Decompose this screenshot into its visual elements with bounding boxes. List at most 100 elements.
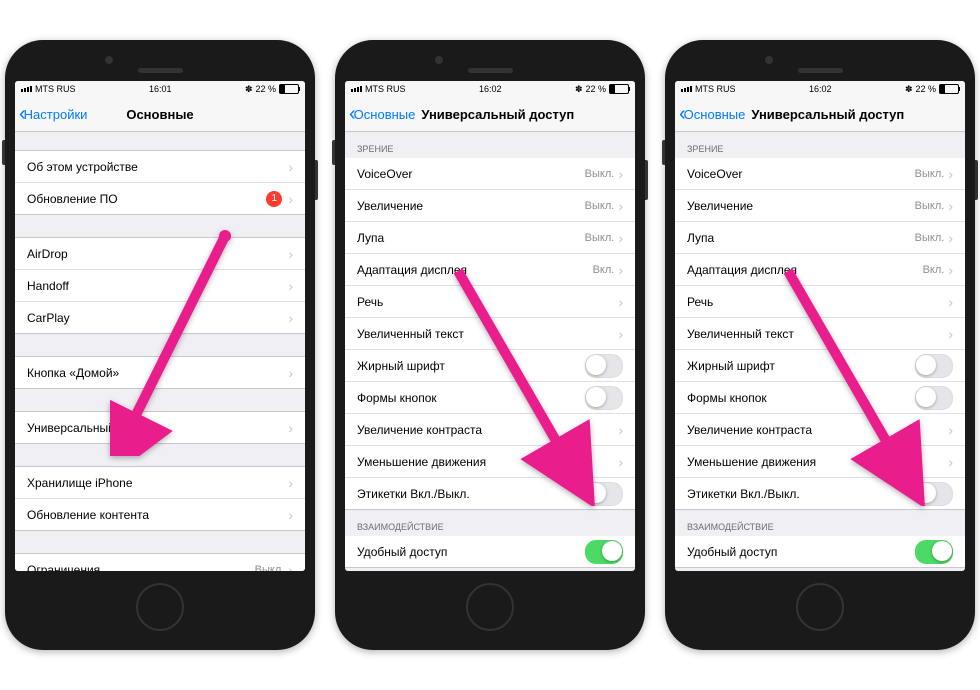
row-label: Адаптация дисплея xyxy=(687,263,923,277)
row-label: Уменьшение движения xyxy=(357,455,618,469)
settings-row[interactable]: Обновление ПО1› xyxy=(15,183,305,215)
settings-row[interactable]: УвеличениеВыкл.› xyxy=(675,190,965,222)
settings-row[interactable]: VoiceOverВыкл.› xyxy=(345,158,635,190)
row-value: Выкл. xyxy=(255,564,285,572)
chevron-right-icon: › xyxy=(618,198,623,214)
row-label: VoiceOver xyxy=(687,167,915,181)
settings-row[interactable]: CarPlay› xyxy=(15,302,305,334)
row-label: Увеличение контраста xyxy=(357,423,618,437)
settings-row[interactable]: Удобный доступ xyxy=(675,536,965,568)
phone-2: MTS RUS 16:02 ✽22 % ‹Основные Универсаль… xyxy=(335,40,645,650)
toggle[interactable] xyxy=(915,482,953,506)
chevron-right-icon: › xyxy=(948,166,953,182)
chevron-right-icon: › xyxy=(288,159,293,175)
row-label: Жирный шрифт xyxy=(687,359,915,373)
chevron-right-icon: › xyxy=(288,507,293,523)
chevron-right-icon: › xyxy=(948,230,953,246)
page-title: Универсальный доступ xyxy=(751,107,904,122)
row-label: Этикетки Вкл./Выкл. xyxy=(357,487,585,501)
settings-row[interactable]: Формы кнопок xyxy=(675,382,965,414)
settings-row[interactable]: Увеличение контраста› xyxy=(675,414,965,446)
settings-row[interactable]: VoiceOverВыкл.› xyxy=(675,158,965,190)
back-button[interactable]: ‹Основные xyxy=(675,103,745,126)
toggle[interactable] xyxy=(915,386,953,410)
chevron-right-icon: › xyxy=(288,191,293,207)
row-value: Вкл. xyxy=(923,264,945,276)
row-label: Ограничения xyxy=(27,563,255,572)
row-label: Лупа xyxy=(357,231,585,245)
settings-row[interactable]: Handoff› xyxy=(15,270,305,302)
status-bar: MTS RUS 16:02 ✽22 % xyxy=(345,81,635,97)
row-label: Этикетки Вкл./Выкл. xyxy=(687,487,915,501)
status-time: 16:02 xyxy=(809,84,832,94)
settings-row[interactable]: Формы кнопок xyxy=(345,382,635,414)
chevron-right-icon: › xyxy=(618,262,623,278)
chevron-right-icon: › xyxy=(288,246,293,262)
row-label: VoiceOver xyxy=(357,167,585,181)
row-label: Хранилище iPhone xyxy=(27,476,288,490)
settings-row[interactable]: Жирный шрифт xyxy=(345,350,635,382)
row-label: Обновление ПО xyxy=(27,192,266,206)
settings-row[interactable]: Увеличенный текст› xyxy=(345,318,635,350)
settings-row[interactable]: Адаптация дисплеяВкл.› xyxy=(345,254,635,286)
chevron-right-icon: › xyxy=(288,278,293,294)
settings-row[interactable]: Адаптация дисплеяВкл.› xyxy=(675,254,965,286)
chevron-right-icon: › xyxy=(948,198,953,214)
back-button[interactable]: ‹Настройки xyxy=(15,103,87,126)
toggle[interactable] xyxy=(585,354,623,378)
settings-row[interactable]: Речь› xyxy=(345,286,635,318)
group-header: Взаимодействие xyxy=(675,522,965,536)
row-value: Выкл. xyxy=(585,232,615,244)
settings-row[interactable]: Этикетки Вкл./Выкл. xyxy=(345,478,635,510)
toggle[interactable] xyxy=(915,354,953,378)
chevron-right-icon: › xyxy=(288,310,293,326)
settings-row[interactable]: УвеличениеВыкл.› xyxy=(345,190,635,222)
toggle[interactable] xyxy=(585,482,623,506)
settings-row[interactable]: Обновление контента› xyxy=(15,499,305,531)
row-label: Handoff xyxy=(27,279,288,293)
chevron-right-icon: › xyxy=(948,422,953,438)
settings-row[interactable]: Универсальный доступ› xyxy=(15,411,305,444)
status-time: 16:01 xyxy=(149,84,172,94)
settings-row[interactable]: Кнопка «Домой»› xyxy=(15,356,305,389)
toggle[interactable] xyxy=(915,540,953,564)
chevron-right-icon: › xyxy=(948,294,953,310)
row-value: Выкл. xyxy=(915,232,945,244)
settings-row[interactable]: ОграниченияВыкл.› xyxy=(15,553,305,571)
toggle[interactable] xyxy=(585,386,623,410)
chevron-right-icon: › xyxy=(288,420,293,436)
status-bar: MTS RUS 16:01 ✽22 % xyxy=(15,81,305,97)
row-label: AirDrop xyxy=(27,247,288,261)
settings-row[interactable]: AirDrop› xyxy=(15,237,305,270)
page-title: Универсальный доступ xyxy=(421,107,574,122)
settings-row[interactable]: Этикетки Вкл./Выкл. xyxy=(675,478,965,510)
settings-row[interactable]: ЛупаВыкл.› xyxy=(675,222,965,254)
settings-row[interactable]: Увеличение контраста› xyxy=(345,414,635,446)
row-label: Увеличенный текст xyxy=(687,327,948,341)
settings-row[interactable]: Уменьшение движения› xyxy=(675,446,965,478)
row-label: Универсальный доступ xyxy=(27,421,288,435)
row-label: CarPlay xyxy=(27,311,288,325)
row-label: Речь xyxy=(357,295,618,309)
settings-row[interactable]: Жирный шрифт xyxy=(675,350,965,382)
settings-row[interactable]: Хранилище iPhone› xyxy=(15,466,305,499)
group-header: Взаимодействие xyxy=(345,522,635,536)
chevron-right-icon: › xyxy=(288,365,293,381)
settings-row[interactable]: Уменьшение движения› xyxy=(345,446,635,478)
row-label: Об этом устройстве xyxy=(27,160,288,174)
back-button[interactable]: ‹Основные xyxy=(345,103,415,126)
row-label: Речь xyxy=(687,295,948,309)
toggle[interactable] xyxy=(585,540,623,564)
settings-row[interactable]: Речь› xyxy=(675,286,965,318)
settings-row[interactable]: ЛупаВыкл.› xyxy=(345,222,635,254)
chevron-right-icon: › xyxy=(618,422,623,438)
row-label: Увеличение xyxy=(357,199,585,213)
row-label: Обновление контента xyxy=(27,508,288,522)
settings-row[interactable]: Увеличенный текст› xyxy=(675,318,965,350)
settings-row[interactable]: Удобный доступ xyxy=(345,536,635,568)
row-label: Формы кнопок xyxy=(687,391,915,405)
chevron-right-icon: › xyxy=(948,262,953,278)
settings-row[interactable]: Об этом устройстве› xyxy=(15,150,305,183)
chevron-right-icon: › xyxy=(618,326,623,342)
row-value: Выкл. xyxy=(585,200,615,212)
